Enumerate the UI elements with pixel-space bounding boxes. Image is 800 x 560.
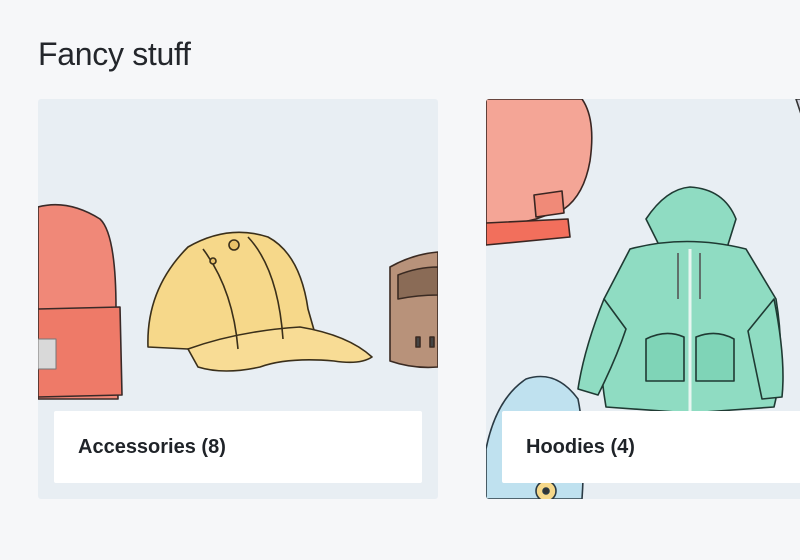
- belt-image: [389, 251, 438, 369]
- category-label: Hoodies (4): [502, 411, 800, 483]
- grey-hoodie-image: [795, 99, 800, 114]
- section-title: Fancy stuff: [38, 36, 191, 72]
- page: Fancy stuff Accessories (8) Hoodies (4): [0, 0, 800, 560]
- beanie-image: [38, 203, 123, 400]
- category-card-hoodies[interactable]: Hoodies (4): [486, 99, 800, 499]
- category-card-accessories[interactable]: Accessories (8): [38, 99, 438, 499]
- green-hoodie-image: [577, 186, 784, 414]
- category-grid: Accessories (8) Hoodies (4): [38, 99, 800, 499]
- pink-hoodie-image: [486, 99, 593, 246]
- cap-image: [147, 231, 373, 372]
- category-label: Accessories (8): [54, 411, 422, 483]
